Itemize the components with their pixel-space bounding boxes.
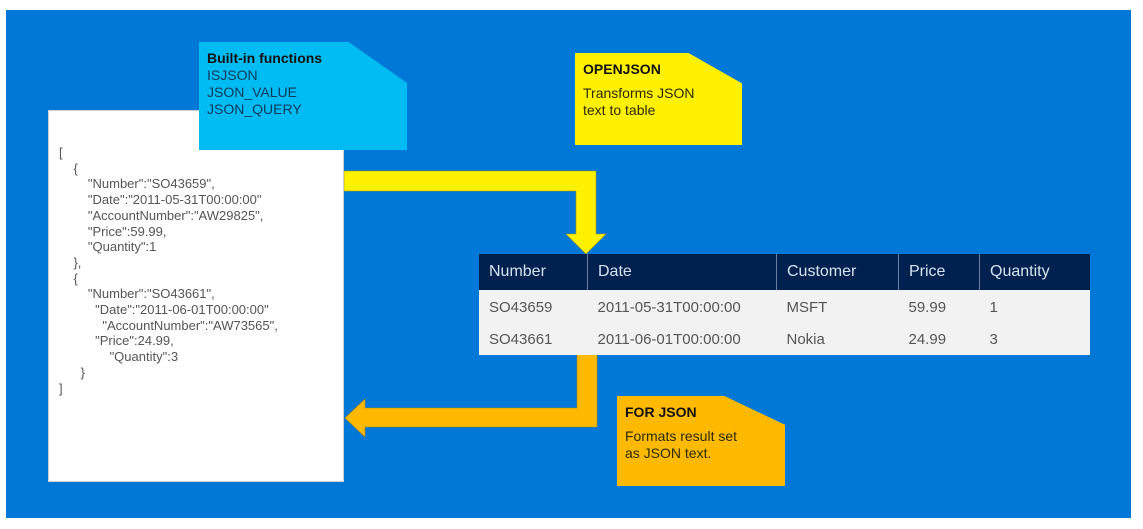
cell-price: 59.99 <box>898 290 980 323</box>
cell-number: SO43659 <box>479 290 588 323</box>
json-line: [ <box>59 145 63 160</box>
json-line: { <box>59 160 78 176</box>
cell-number: SO43661 <box>479 323 588 355</box>
table-row: SO43659 2011-05-31T00:00:00 MSFT 59.99 1 <box>479 290 1090 323</box>
builtin-function-item: JSON_VALUE <box>207 84 297 100</box>
json-line: "Quantity":1 <box>59 239 157 255</box>
table-header-row: Number Date Customer Price Quantity <box>479 254 1090 290</box>
forjson-description: Formats result set <box>625 428 738 444</box>
json-line: }, <box>59 254 82 270</box>
json-document: [ { "Number":"SO43659", "Date":"2011-05-… <box>48 110 344 482</box>
cell-customer: Nokia <box>776 323 899 355</box>
column-header-customer: Customer <box>776 254 899 290</box>
cell-quantity: 1 <box>979 290 1090 323</box>
cell-quantity: 3 <box>979 323 1090 355</box>
result-table: Number Date Customer Price Quantity SO43… <box>479 254 1090 355</box>
json-line: "AccountNumber":"AW29825", <box>59 207 264 223</box>
builtin-function-item: JSON_QUERY <box>207 101 302 117</box>
forjson-description: as JSON text. <box>625 445 712 461</box>
column-header-price: Price <box>898 254 980 290</box>
json-line: "Number":"SO43661", <box>59 286 215 302</box>
builtin-function-item: ISJSON <box>207 67 258 83</box>
forjson-arrow <box>344 353 598 438</box>
cell-date: 2011-06-01T00:00:00 <box>587 323 777 355</box>
cell-customer: MSFT <box>776 290 899 323</box>
table-row: SO43661 2011-06-01T00:00:00 Nokia 24.99 … <box>479 323 1090 355</box>
cell-date: 2011-05-31T00:00:00 <box>587 290 777 323</box>
json-line: { <box>59 270 78 286</box>
json-line: "Quantity":3 <box>59 349 179 365</box>
column-header-number: Number <box>479 254 588 290</box>
json-line: "Date":"2011-05-31T00:00:00" <box>59 192 262 208</box>
json-line: } <box>59 364 86 380</box>
openjson-description: text to table <box>583 102 656 118</box>
openjson-arrow <box>343 170 607 255</box>
column-header-quantity: Quantity <box>979 254 1090 290</box>
json-line: "Number":"SO43659", <box>59 176 215 192</box>
json-line: "AccountNumber":"AW73565", <box>59 317 278 333</box>
cell-price: 24.99 <box>898 323 980 355</box>
json-line: ] <box>59 380 63 396</box>
json-line: "Date":"2011-06-01T00:00:00" <box>59 302 269 317</box>
json-line: "Price":24.99, <box>59 333 174 349</box>
openjson-description: Transforms JSON <box>583 85 695 101</box>
json-line: "Price":59.99, <box>59 223 167 239</box>
column-header-date: Date <box>587 254 777 290</box>
